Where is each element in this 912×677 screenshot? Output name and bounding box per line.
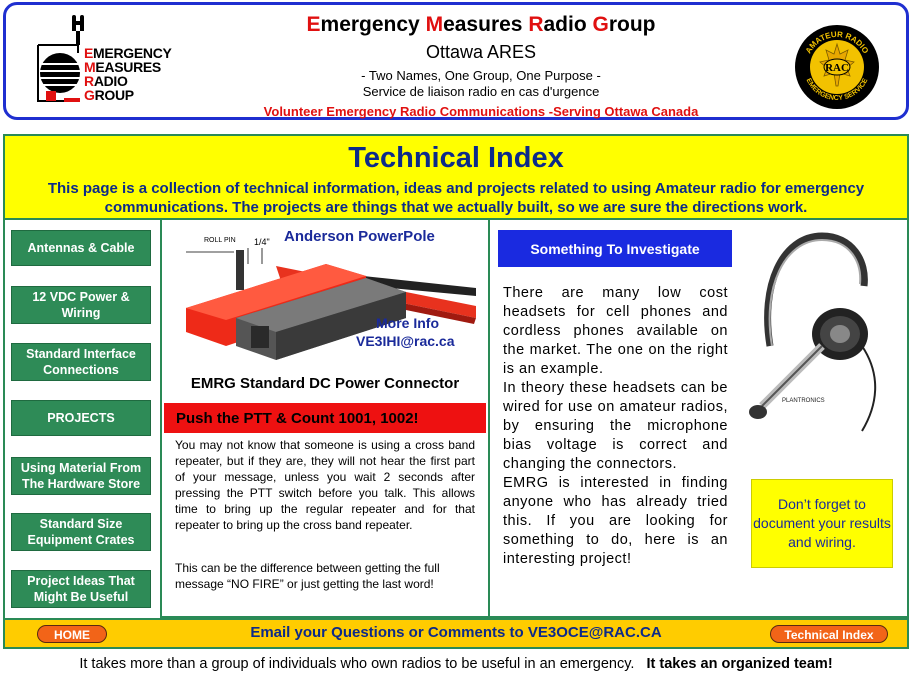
- investigate-heading: Something To Investigate: [498, 230, 732, 267]
- french-text: Service de liaison radio en cas d'urgenc…: [362, 84, 600, 99]
- technical-index-banner: Technical Index This page is a collectio…: [3, 134, 909, 220]
- quarter-inch-label: 1/4": [254, 237, 270, 247]
- rac-emergency-service-seal: RAC AMATEUR RADIO EMERGENCY SERVICE: [794, 24, 880, 110]
- nav-project-ideas[interactable]: Project Ideas That Might Be Useful: [11, 570, 151, 608]
- nav-projects[interactable]: PROJECTS: [11, 400, 151, 436]
- page-title: Technical Index: [348, 142, 564, 174]
- bottom-bar: Email your Questions or Comments to VE3O…: [3, 618, 909, 649]
- reminder-note: Don’t forget to document your results an…: [751, 479, 893, 568]
- right-column: Something To Investigate There are many …: [490, 220, 909, 618]
- ptt-paragraph-1: You may not know that someone is using a…: [175, 438, 475, 532]
- investigate-text: There are many low cost headsets for cel…: [503, 285, 728, 567]
- site-subtitle: Ottawa ARES: [425, 42, 537, 62]
- tagline: Volunteer Emergency Radio Communications…: [263, 104, 699, 119]
- page-description: This page is a collection of technical i…: [47, 180, 865, 216]
- technical-index-button[interactable]: Technical Index: [770, 625, 888, 643]
- powerpole-caption: EMRG Standard DC Power Connector: [190, 375, 460, 392]
- left-nav: Antennas & Cable 12 VDC Power & Wiring S…: [3, 220, 159, 618]
- headset-icon: PLANTRONICS: [749, 232, 877, 432]
- middle-column: ROLL PIN 1/4" Anderson PowerPole More In…: [160, 220, 490, 618]
- svg-text:PLANTRONICS: PLANTRONICS: [782, 398, 825, 404]
- nav-hardware-store[interactable]: Using Material From The Hardware Store: [11, 457, 151, 495]
- roll-pin-label: ROLL PIN: [204, 237, 236, 244]
- powerpole-title: Anderson PowerPole: [284, 228, 435, 245]
- svg-text:RAC: RAC: [825, 62, 849, 74]
- powerpole-connector-image: [186, 248, 476, 360]
- nav-12vdc-power[interactable]: 12 VDC Power & Wiring: [11, 286, 151, 324]
- emrg-logo: EMERGENCY MEASURES RADIO GROUP: [36, 15, 186, 110]
- ptt-paragraph-2: This can be the difference between getti…: [175, 561, 440, 591]
- nav-equipment-crates[interactable]: Standard Size Equipment Crates: [11, 513, 151, 551]
- nav-standard-interface[interactable]: Standard Interface Connections: [11, 343, 151, 381]
- header-banner: EMERGENCY MEASURES RADIO GROUP Emergency…: [3, 2, 909, 120]
- more-info-email-link[interactable]: VE3IHI@rac.ca: [356, 333, 455, 349]
- site-title: Emergency Measures Radio Group: [306, 13, 656, 36]
- motto-text: - Two Names, One Group, One Purpose -: [361, 68, 601, 83]
- home-button[interactable]: HOME: [37, 625, 107, 643]
- ptt-heading: Push the PTT & Count 1001, 1002!: [164, 403, 486, 433]
- more-info-label: More Info: [376, 315, 439, 331]
- nav-antennas-cable[interactable]: Antennas & Cable: [11, 230, 151, 266]
- footer-text: It takes more than a group of individual…: [79, 656, 833, 672]
